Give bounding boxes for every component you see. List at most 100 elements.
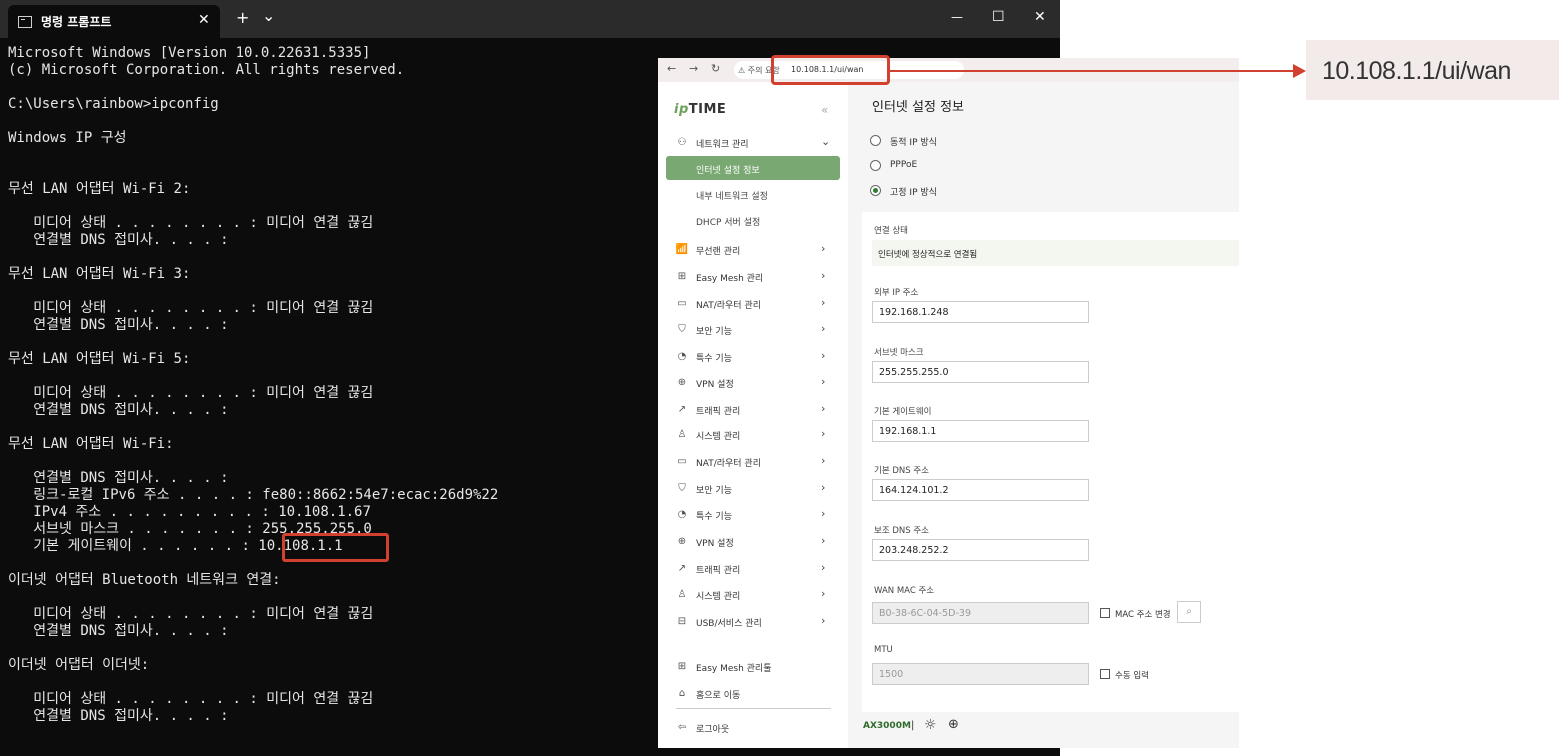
manual-input-checkbox[interactable]: 수동 입력	[1100, 668, 1220, 682]
maximize-button[interactable]: ☐	[992, 9, 1005, 25]
terminal-line: 연결별 DNS 접미사. . . . :	[8, 470, 229, 486]
field-input[interactable]: 255.255.255.0	[872, 361, 1089, 383]
field-input[interactable]: 164.124.101.2	[872, 479, 1089, 501]
checkbox-box[interactable]	[1100, 608, 1110, 618]
callout-arrow-head	[1293, 64, 1306, 78]
mac-field[interactable]: B0-38-6C-04-5D-39	[872, 602, 1089, 624]
terminal-icon	[18, 16, 32, 28]
theme-toggle-icon[interactable]: ☼	[924, 717, 937, 733]
radio-circle[interactable]	[870, 135, 881, 146]
mac-label: WAN MAC 주소	[874, 586, 935, 596]
sidebar-item[interactable]: ⚇ 네트워크 관리 ⌄	[658, 132, 848, 154]
sidebar-item[interactable]: ↗ 트래픽 관리 ›	[658, 399, 848, 421]
chevron-icon: ›	[821, 322, 826, 335]
terminal-titlebar: 명령 프롬프트 ✕ + ⌄ — ☐ ✕	[0, 0, 1060, 38]
terminal-line: 무선 LAN 어댑터 Wi-Fi 2:	[8, 181, 191, 197]
sidebar-item[interactable]: ♙ 시스템 관리 ›	[658, 584, 848, 606]
sidebar-item[interactable]: ⛉ 보안 기능 ›	[658, 478, 848, 500]
sidebar-item[interactable]: ◔ 특수 기능 ›	[658, 346, 848, 368]
traffic-icon: ↗	[677, 563, 687, 574]
sidebar-item-label: 특수 기능	[696, 512, 732, 522]
radio-circle[interactable]	[870, 185, 881, 196]
minimize-button[interactable]: —	[951, 10, 963, 24]
chevron-icon: ›	[821, 427, 826, 440]
chevron-icon: ›	[821, 242, 826, 255]
sidebar-bottom-link[interactable]: ⇦ 로그아웃	[658, 717, 848, 739]
sidebar-subitem[interactable]: 내부 네트워크 설정	[666, 182, 840, 206]
sidebar-item[interactable]: ♙ 시스템 관리 ›	[658, 424, 848, 446]
close-window-button[interactable]: ✕	[1034, 9, 1046, 25]
terminal-line: Microsoft Windows [Version 10.0.22631.53…	[8, 45, 371, 61]
terminal-line: 미디어 상태 . . . . . . . . : 미디어 연결 끊김	[8, 691, 374, 707]
collapse-sidebar-icon[interactable]: «	[821, 103, 828, 117]
sidebar-item[interactable]: 📶 무선랜 관리 ›	[658, 239, 848, 261]
field-value: 192.168.1.1	[879, 426, 937, 437]
address-highlight-box	[771, 55, 890, 85]
sidebar-item-label: 시스템 관리	[696, 432, 741, 442]
sidebar-item[interactable]: ⊕ VPN 설정 ›	[658, 372, 848, 394]
sidebar-item[interactable]: ⊞ Easy Mesh 관리 ›	[658, 266, 848, 288]
sidebar-item-label: 무선랜 관리	[696, 247, 741, 257]
wan-settings-panel: 연결 상태 인터넷에 정상적으로 연결됨 외부 IP 주소 192.168.1.2…	[862, 212, 1239, 712]
terminal-line: IPv4 주소 . . . . . . . . . : 10.108.1.67	[8, 504, 371, 520]
field-input[interactable]: 192.168.1.1	[872, 420, 1089, 442]
sidebar-bottom-link[interactable]: ⌂ 홈으로 이동	[658, 683, 848, 705]
checkbox-box[interactable]	[1100, 669, 1110, 679]
chevron-icon: ›	[821, 534, 826, 547]
sidebar-item[interactable]: ↗ 트래픽 관리 ›	[658, 558, 848, 580]
shield-icon: ⛉	[678, 483, 686, 494]
chevron-icon: ›	[821, 375, 826, 388]
chevron-icon: ⌄	[821, 135, 831, 148]
sidebar-item[interactable]: ▭ NAT/라우터 관리 ›	[658, 451, 848, 473]
sidebar-item-label: 트래픽 관리	[696, 407, 741, 417]
radio-circle[interactable]	[870, 160, 881, 171]
field-label: 기본 DNS 주소	[874, 466, 929, 476]
search-icon[interactable]: ⌕	[1177, 601, 1201, 623]
mac-change-checkbox[interactable]: MAC 주소 변경	[1100, 607, 1220, 621]
mtu-label: MTU	[874, 645, 893, 655]
field-label: 보조 DNS 주소	[874, 526, 929, 536]
sidebar-item-label: NAT/라우터 관리	[696, 459, 761, 469]
field-label: 외부 IP 주소	[874, 288, 919, 298]
chevron-icon: ›	[821, 349, 826, 362]
sidebar-item[interactable]: ◔ 특수 기능 ›	[658, 504, 848, 526]
wan-type-radio[interactable]: 동적 IP 방식	[870, 133, 1070, 149]
field-input[interactable]: 203.248.252.2	[872, 539, 1089, 561]
close-tab-icon[interactable]: ✕	[198, 12, 210, 28]
back-button[interactable]: ←	[667, 62, 676, 75]
forward-button[interactable]: →	[689, 62, 698, 75]
mesh-icon: ⊞	[677, 271, 687, 282]
terminal-output[interactable]: Microsoft Windows [Version 10.0.22631.53…	[8, 45, 498, 725]
terminal-line: 미디어 상태 . . . . . . . . : 미디어 연결 끊김	[8, 606, 374, 622]
mtu-field[interactable]: 1500	[872, 663, 1089, 685]
sidebar-item-label: 로그아웃	[696, 725, 730, 735]
reload-button[interactable]: ↻	[711, 62, 720, 75]
chevron-down-icon[interactable]: ⌄	[262, 6, 275, 25]
sidebar-item[interactable]: ⛉ 보안 기능 ›	[658, 319, 848, 341]
iptime-logo: ipTIME	[674, 102, 727, 117]
sidebar-subitem[interactable]: 인터넷 설정 정보	[666, 156, 840, 180]
wan-type-radio[interactable]: PPPoE	[870, 158, 1070, 174]
sidebar-item[interactable]: ⊟ USB/서비스 관리 ›	[658, 611, 848, 633]
sidebar-bottom-link[interactable]: ⊞ Easy Mesh 관리툴	[658, 656, 848, 678]
vpn-icon: ⊕	[677, 377, 687, 388]
terminal-line: 연결별 DNS 접미사. . . . :	[8, 232, 229, 248]
sidebar-item[interactable]: ▭ NAT/라우터 관리 ›	[658, 293, 848, 315]
field-input[interactable]: 192.168.1.248	[872, 301, 1089, 323]
field-label: 서브넷 마스크	[874, 348, 924, 358]
sidebar-item-label: 특수 기능	[696, 354, 732, 364]
router-sidebar: ipTIME « ⚇ 네트워크 관리 ⌄ 📶 무선랜 관리 › ⊞ Easy Mesh 관리 ›…	[658, 82, 848, 748]
sidebar-item[interactable]: ⊕ VPN 설정 ›	[658, 531, 848, 553]
terminal-line: C:\Users\rainbow>ipconfig	[8, 96, 219, 112]
sidebar-subitem[interactable]: DHCP 서버 설정	[666, 208, 840, 232]
system-icon: ♙	[677, 429, 687, 440]
zoomed-url-callout: 10.108.1.1/ui/wan	[1306, 40, 1559, 100]
new-tab-button[interactable]: +	[236, 8, 249, 27]
terminal-tab[interactable]: 명령 프롬프트 ✕	[8, 5, 220, 38]
wan-type-radio[interactable]: 고정 IP 방식	[870, 183, 1070, 199]
mesh-tool-icon: ⊞	[677, 661, 687, 672]
language-globe-icon[interactable]: ⊕	[948, 717, 959, 732]
